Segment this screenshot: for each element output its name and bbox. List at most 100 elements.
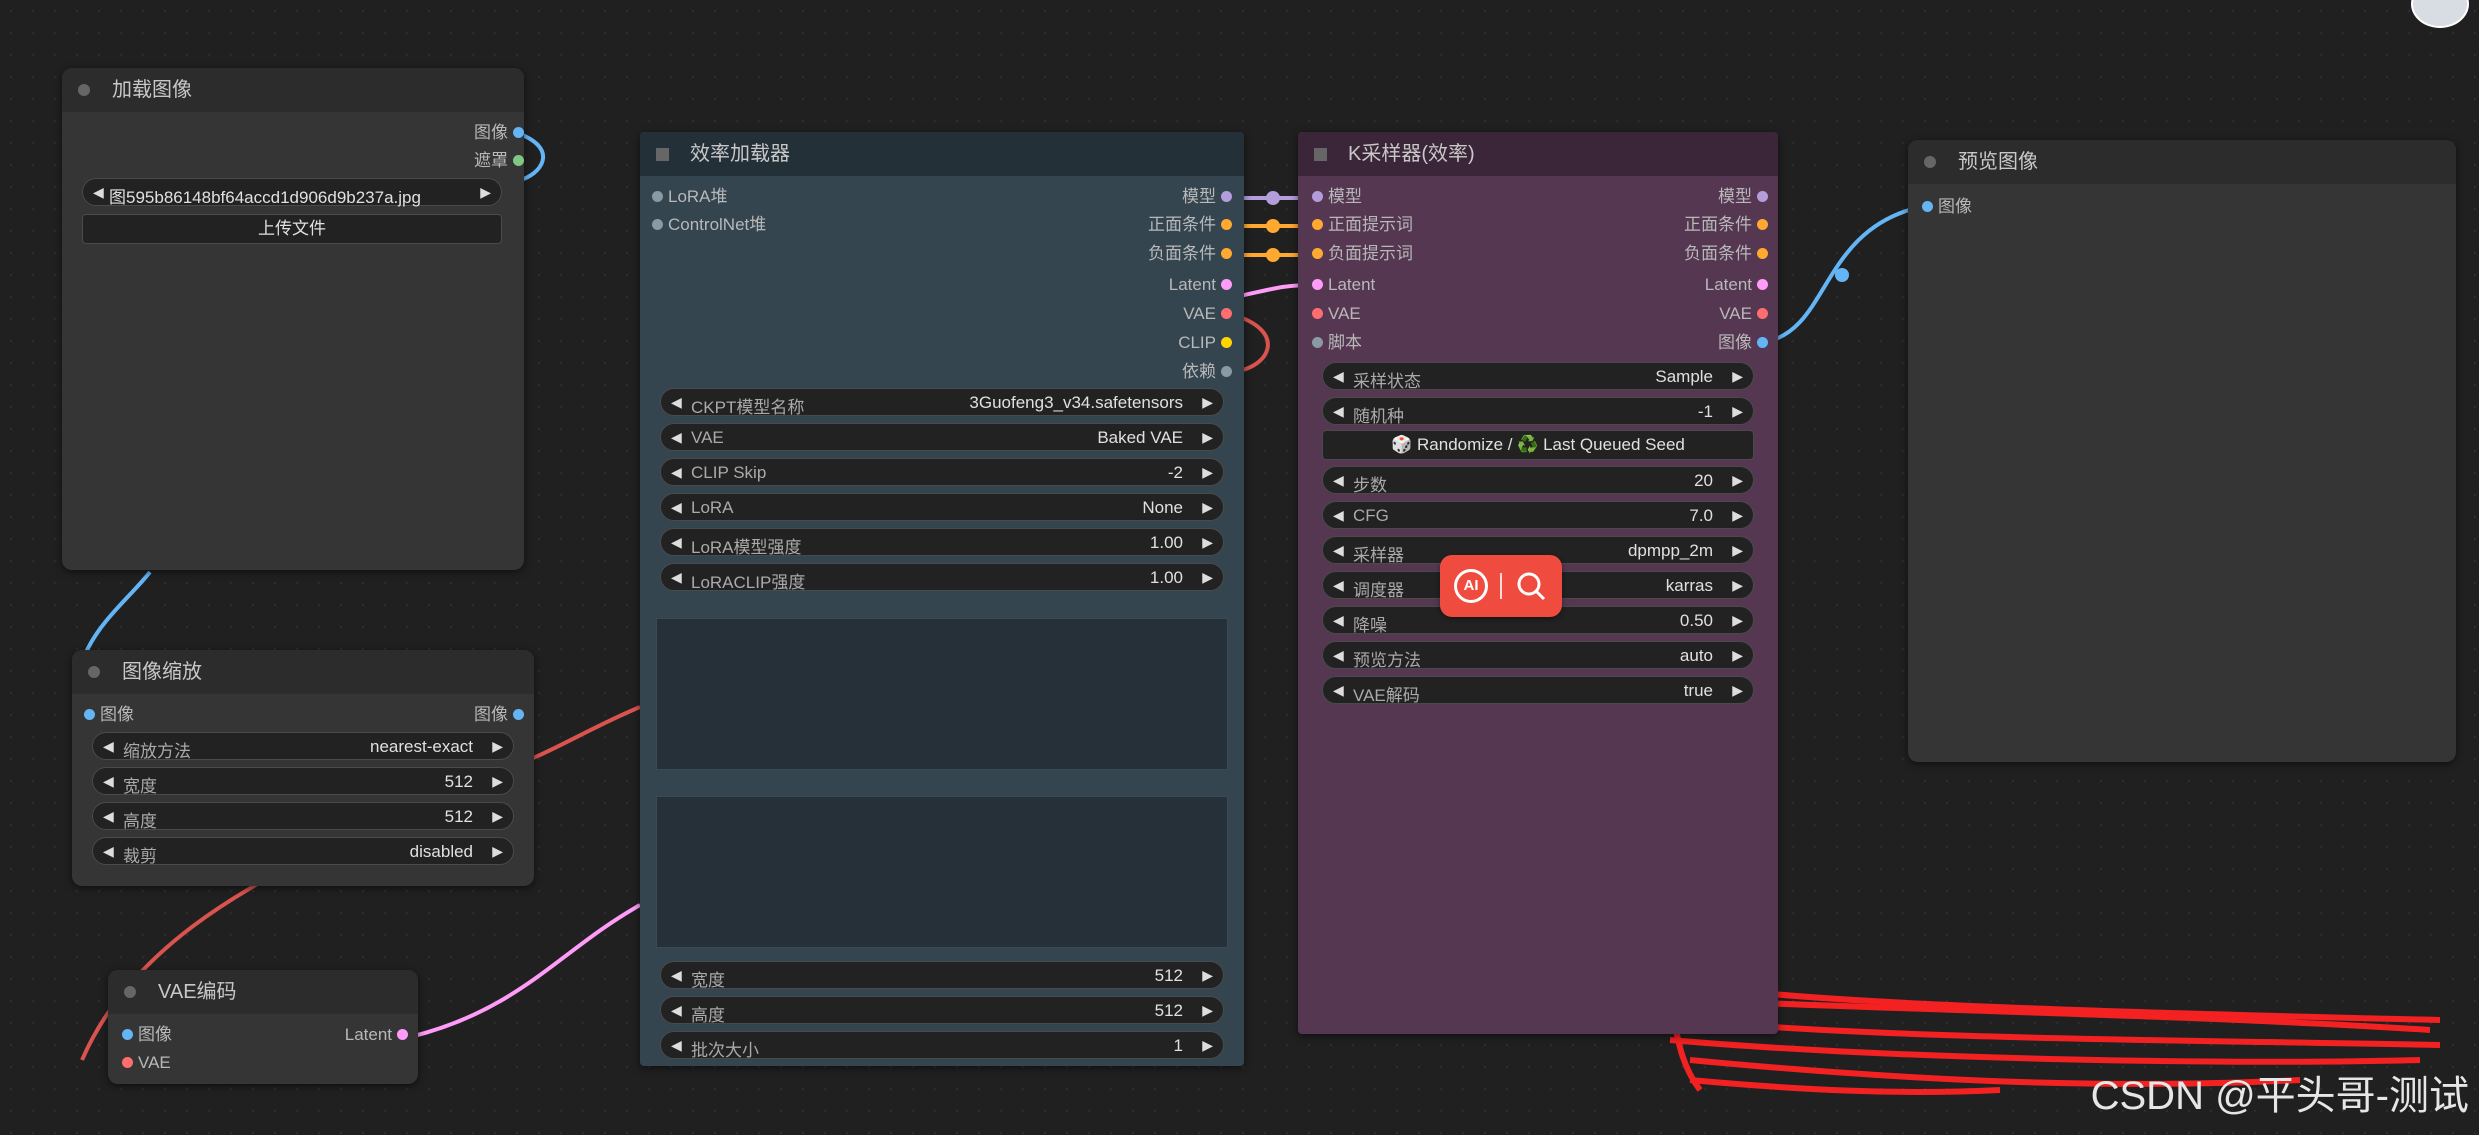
preview-image-title[interactable]: 预览图像 (1908, 140, 2456, 184)
arrow-right-icon[interactable]: ▶ (1202, 967, 1213, 984)
input-vae[interactable]: VAE (1312, 303, 1361, 325)
widget-batch-size[interactable]: ◀ 批次大小 1 ▶ (660, 1031, 1224, 1060)
output-positive[interactable]: 正面条件 (1684, 214, 1768, 236)
input-vae[interactable]: VAE (122, 1052, 171, 1074)
widget-height[interactable]: ◀ 高度 512 ▶ (92, 802, 514, 831)
widget-preview-method[interactable]: ◀ 预览方法 auto ▶ (1322, 641, 1754, 670)
output-negative[interactable]: 负面条件 (1684, 243, 1768, 265)
positive-prompt-textarea[interactable] (656, 618, 1228, 770)
arrow-right-icon[interactable]: ▶ (1732, 403, 1743, 420)
slot-dot[interactable] (397, 1029, 408, 1040)
arrow-left-icon[interactable]: ◀ (103, 843, 114, 860)
vae-encode-node[interactable]: VAE编码 图像 VAE Latent (108, 970, 418, 1084)
load-image-node[interactable]: 加载图像 图像 遮罩 ◀ 图595b86148bf64accd1d906d9b2… (62, 68, 524, 570)
slot-dot[interactable] (1221, 366, 1232, 377)
widget-vae-decode[interactable]: ◀ VAE解码 true ▶ (1322, 676, 1754, 705)
input-image[interactable]: 图像 (84, 704, 134, 726)
arrow-left-icon[interactable]: ◀ (93, 184, 104, 201)
widget-lora[interactable]: ◀ LoRA None ▶ (660, 493, 1224, 521)
slot-dot[interactable] (1757, 308, 1768, 319)
slot-dot[interactable] (513, 709, 524, 720)
arrow-left-icon[interactable]: ◀ (671, 534, 682, 551)
ksampler-title[interactable]: K采样器(效率) (1298, 132, 1778, 176)
slot-dot[interactable] (1221, 248, 1232, 259)
ai-assistant-button[interactable]: AI (1440, 555, 1562, 617)
output-positive[interactable]: 正面条件 (1148, 214, 1232, 236)
arrow-left-icon[interactable]: ◀ (1333, 472, 1344, 489)
collapse-dot-icon[interactable] (124, 986, 136, 998)
slot-dot[interactable] (513, 155, 524, 166)
output-clip[interactable]: CLIP (1178, 332, 1232, 354)
arrow-right-icon[interactable]: ▶ (1732, 647, 1743, 664)
output-latent[interactable]: Latent (1169, 274, 1232, 296)
slot-dot[interactable] (513, 127, 524, 138)
widget-empty-width[interactable]: ◀ 宽度 512 ▶ (660, 961, 1224, 990)
widget-steps[interactable]: ◀ 步数 20 ▶ (1322, 466, 1754, 495)
slot-dot[interactable] (1221, 337, 1232, 348)
slot-dot[interactable] (1757, 219, 1768, 230)
widget-vae[interactable]: ◀ VAE Baked VAE ▶ (660, 423, 1224, 451)
input-script[interactable]: 脚本 (1312, 332, 1362, 354)
slot-dot[interactable] (1312, 248, 1323, 259)
arrow-left-icon[interactable]: ◀ (671, 499, 682, 516)
arrow-right-icon[interactable]: ▶ (1202, 1037, 1213, 1054)
output-depends[interactable]: 依赖 (1182, 361, 1232, 383)
slot-dot[interactable] (1312, 279, 1323, 290)
slot-dot[interactable] (652, 219, 663, 230)
arrow-left-icon[interactable]: ◀ (1333, 577, 1344, 594)
collapse-square-icon[interactable] (656, 148, 669, 161)
arrow-left-icon[interactable]: ◀ (671, 464, 682, 481)
input-image[interactable]: 图像 (1922, 196, 1972, 218)
arrow-left-icon[interactable]: ◀ (671, 1037, 682, 1054)
image-scale-node[interactable]: 图像缩放 图像 图像 ◀ 缩放方法 nearest-exact ▶ ◀ 宽度 512 ▶ ◀… (72, 650, 534, 886)
arrow-left-icon[interactable]: ◀ (1333, 507, 1344, 524)
output-model[interactable]: 模型 (1718, 186, 1768, 208)
input-lora-stack[interactable]: LoRA堆 (652, 186, 728, 208)
arrow-right-icon[interactable]: ▶ (1202, 464, 1213, 481)
arrow-right-icon[interactable]: ▶ (492, 843, 503, 860)
slot-dot[interactable] (1312, 219, 1323, 230)
output-vae[interactable]: VAE (1719, 303, 1768, 325)
arrow-right-icon[interactable]: ▶ (1202, 499, 1213, 516)
arrow-left-icon[interactable]: ◀ (103, 773, 114, 790)
widget-width[interactable]: ◀ 宽度 512 ▶ (92, 767, 514, 796)
widget-scale-method[interactable]: ◀ 缩放方法 nearest-exact ▶ (92, 732, 514, 761)
widget-empty-height[interactable]: ◀ 高度 512 ▶ (660, 996, 1224, 1025)
output-latent[interactable]: Latent (345, 1024, 408, 1046)
efficient-loader-node[interactable]: 效率加载器 LoRA堆 ControlNet堆 模型 正面条件 负面条件 Lat… (640, 132, 1244, 1066)
widget-crop[interactable]: ◀ 裁剪 disabled ▶ (92, 837, 514, 866)
arrow-right-icon[interactable]: ▶ (1732, 368, 1743, 385)
widget-clip-skip[interactable]: ◀ CLIP Skip -2 ▶ (660, 458, 1224, 486)
arrow-right-icon[interactable]: ▶ (1732, 507, 1743, 524)
widget-lora-clip-strength[interactable]: ◀ LoRACLIP强度 1.00 ▶ (660, 563, 1224, 592)
collapse-dot-icon[interactable] (88, 666, 100, 678)
slot-dot[interactable] (1312, 308, 1323, 319)
arrow-right-icon[interactable]: ▶ (1732, 472, 1743, 489)
image-file-combo[interactable]: ◀ 图595b86148bf64accd1d906d9b237a.jpg ▶ (82, 178, 502, 207)
arrow-left-icon[interactable]: ◀ (1333, 647, 1344, 664)
slot-dot[interactable] (1221, 279, 1232, 290)
input-model[interactable]: 模型 (1312, 186, 1362, 208)
slot-dot[interactable] (1757, 337, 1768, 348)
input-latent[interactable]: Latent (1312, 274, 1375, 296)
widget-sampler-state[interactable]: ◀ 采样状态 Sample ▶ (1322, 362, 1754, 391)
preview-image-node[interactable]: 预览图像 图像 (1908, 140, 2456, 762)
arrow-left-icon[interactable]: ◀ (671, 1002, 682, 1019)
vae-encode-title[interactable]: VAE编码 (108, 970, 418, 1014)
slot-dot[interactable] (1221, 219, 1232, 230)
arrow-right-icon[interactable]: ▶ (480, 184, 491, 201)
arrow-left-icon[interactable]: ◀ (671, 967, 682, 984)
arrow-left-icon[interactable]: ◀ (671, 394, 682, 411)
slot-dot[interactable] (122, 1057, 133, 1068)
input-image[interactable]: 图像 (122, 1024, 172, 1046)
arrow-right-icon[interactable]: ▶ (492, 738, 503, 755)
arrow-right-icon[interactable]: ▶ (492, 808, 503, 825)
widget-lora-model-strength[interactable]: ◀ LoRA模型强度 1.00 ▶ (660, 528, 1224, 557)
slot-dot[interactable] (1757, 279, 1768, 290)
slot-dot[interactable] (1757, 248, 1768, 259)
arrow-right-icon[interactable]: ▶ (1202, 429, 1213, 446)
arrow-left-icon[interactable]: ◀ (1333, 368, 1344, 385)
randomize-seed-button[interactable]: 🎲 Randomize / ♻️ Last Queued Seed (1322, 430, 1754, 460)
arrow-right-icon[interactable]: ▶ (1202, 1002, 1213, 1019)
slot-dot[interactable] (1221, 308, 1232, 319)
